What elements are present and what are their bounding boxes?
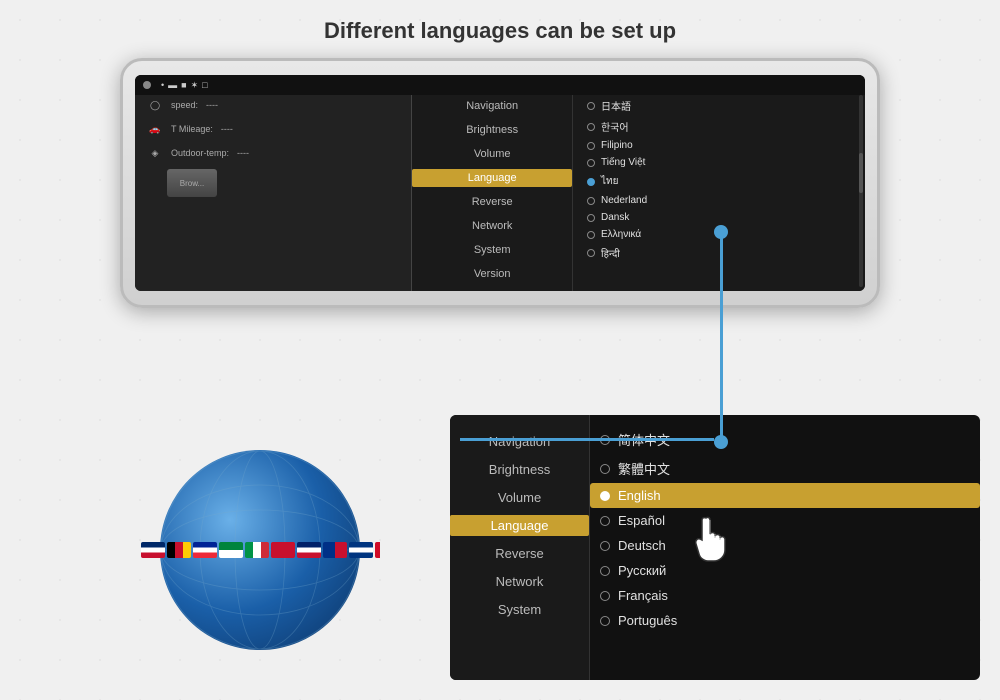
big-menu: Navigation Brightness Volume Language Re…: [450, 415, 590, 680]
device-menu-language[interactable]: Language: [412, 169, 572, 187]
lang-english[interactable]: English: [590, 483, 980, 508]
scroll-bar: [859, 95, 863, 287]
temp-value: ----: [237, 148, 249, 158]
device-mockup: • ▬ ■ ✶ □ ◯ speed: ---- 🚗 T Mileage: ---…: [120, 58, 880, 308]
mileage-value: ----: [221, 124, 233, 134]
big-menu-navigation[interactable]: Navigation: [450, 431, 589, 452]
connector-line: [720, 238, 723, 438]
big-menu-volume[interactable]: Volume: [450, 487, 589, 508]
lang-danish[interactable]: Dansk: [581, 209, 865, 226]
lang-radio: [600, 566, 610, 576]
bt-icon: ✶: [191, 80, 199, 91]
big-menu-brightness[interactable]: Brightness: [450, 459, 589, 480]
speed-label: speed:: [171, 100, 198, 110]
connector-dot-top: [714, 225, 728, 239]
flag-uk: [297, 542, 321, 558]
lang-traditional-chinese[interactable]: 繁體中文: [590, 454, 980, 483]
flag-usa: [141, 542, 165, 558]
lang-portuguese[interactable]: Português: [590, 608, 980, 633]
lang-radio: [587, 249, 595, 257]
lang-radio: [587, 123, 595, 131]
device-menu-panel: Navigation Brightness Volume Language Re…: [412, 75, 573, 291]
lang-radio: [587, 231, 595, 239]
wifi-icon: •: [161, 80, 164, 90]
speed-value: ----: [206, 100, 218, 110]
lang-radio: [600, 516, 610, 526]
status-bar: • ▬ ■ ✶ □: [135, 75, 865, 95]
lang-radio: [600, 616, 610, 626]
flag-ru: [375, 542, 380, 558]
big-lang-list: 简体中文 繁體中文 English Español Deutsch Русски…: [590, 415, 980, 680]
lang-radio: [600, 591, 610, 601]
temp-icon: ◈: [147, 145, 163, 161]
device-menu-version[interactable]: Version: [412, 265, 572, 283]
connector-dot-bottom: [714, 435, 728, 449]
device-menu-brightness[interactable]: Brightness: [412, 121, 572, 139]
lang-russian[interactable]: Русский: [590, 558, 980, 583]
lang-radio: [600, 464, 610, 474]
car-icon: 🚗: [147, 121, 163, 137]
flag-fr: [193, 542, 217, 558]
device-menu-network[interactable]: Network: [412, 217, 572, 235]
lang-filipino[interactable]: Filipino: [581, 137, 865, 154]
globe-section: [120, 420, 400, 680]
lang-thai[interactable]: ไทย: [581, 171, 865, 192]
page-title: Different languages can be set up: [0, 0, 1000, 44]
cursor-hand: [690, 516, 730, 562]
lang-korean[interactable]: 한국어: [581, 116, 865, 137]
mileage-item: 🚗 T Mileage: ----: [147, 121, 411, 137]
wifi-signal: ▬: [168, 80, 177, 90]
temp-label: Outdoor-temp:: [171, 148, 229, 158]
lang-radio: [587, 102, 595, 110]
big-menu-language[interactable]: Language: [450, 515, 589, 536]
globe: [160, 450, 360, 650]
big-menu-system[interactable]: System: [450, 599, 589, 620]
connector-line-h: [460, 438, 714, 441]
temp-item: ◈ Outdoor-temp: ----: [147, 145, 411, 161]
left-panel: ◯ speed: ---- 🚗 T Mileage: ---- ◈ Outdoo…: [135, 75, 412, 291]
device-menu-navigation[interactable]: Navigation: [412, 97, 572, 115]
lang-radio: [587, 214, 595, 222]
lang-radio: [600, 541, 610, 551]
lang-dutch[interactable]: Nederland: [581, 192, 865, 209]
big-menu-network[interactable]: Network: [450, 571, 589, 592]
device-language-panel: 日本語 한국어 Filipino Tiếng Việt ไทย Nederlan…: [573, 75, 865, 291]
flag-ca: [271, 542, 295, 558]
speed-item: ◯ speed: ----: [147, 97, 411, 113]
browse-button[interactable]: Brow...: [167, 169, 217, 197]
battery-icon: □: [202, 80, 207, 90]
lang-radio: [587, 197, 595, 205]
lang-radio: [587, 142, 595, 150]
flag-generic1: [219, 542, 243, 558]
big-menu-reverse[interactable]: Reverse: [450, 543, 589, 564]
scroll-thumb[interactable]: [859, 153, 863, 193]
status-icons: • ▬ ■ ✶ □: [161, 80, 208, 91]
device-menu-volume[interactable]: Volume: [412, 145, 572, 163]
lang-spanish[interactable]: Español: [590, 508, 980, 533]
mileage-label: T Mileage:: [171, 124, 213, 134]
lang-japanese[interactable]: 日本語: [581, 95, 865, 116]
lang-french[interactable]: Français: [590, 583, 980, 608]
device-menu-system[interactable]: System: [412, 241, 572, 259]
flag-de: [167, 542, 191, 558]
device-screen: • ▬ ■ ✶ □ ◯ speed: ---- 🚗 T Mileage: ---…: [135, 75, 865, 291]
flag-nl: [323, 542, 347, 558]
close-dot: [143, 81, 151, 89]
lang-radio: [587, 159, 595, 167]
lang-vietnamese[interactable]: Tiếng Việt: [581, 154, 865, 171]
signal-icon: ■: [181, 80, 186, 90]
lang-german[interactable]: Deutsch: [590, 533, 980, 558]
device-menu-reverse[interactable]: Reverse: [412, 193, 572, 211]
lang-radio-selected: [587, 178, 595, 186]
speed-icon: ◯: [147, 97, 163, 113]
flag-it: [245, 542, 269, 558]
lang-radio-selected: [600, 491, 610, 501]
flag-fi: [349, 542, 373, 558]
flag-strip: [140, 530, 380, 570]
